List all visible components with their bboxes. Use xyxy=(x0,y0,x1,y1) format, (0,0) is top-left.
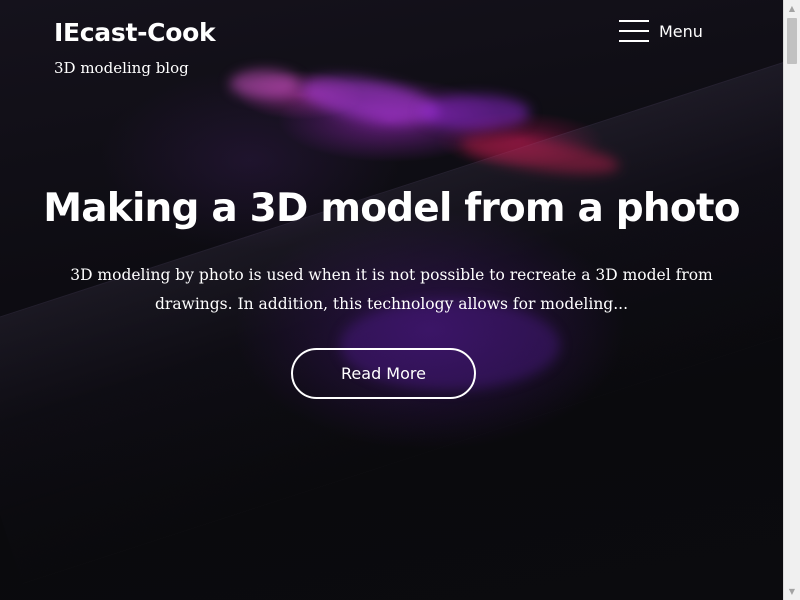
paint-splash xyxy=(297,68,443,132)
scroll-up-arrow-icon[interactable]: ▲ xyxy=(784,0,800,17)
post-title[interactable]: Making a 3D model from a photo xyxy=(0,186,783,231)
hamburger-menu-icon xyxy=(619,20,649,42)
page: IEcast-Cook 3D modeling blog Menu Making… xyxy=(0,0,800,600)
vertical-scrollbar[interactable]: ▲ ▼ xyxy=(783,0,800,600)
site-title[interactable]: IEcast-Cook xyxy=(54,18,216,47)
paint-splash xyxy=(420,95,530,130)
menu-label: Menu xyxy=(659,21,703,41)
scroll-down-arrow-icon[interactable]: ▼ xyxy=(784,583,800,600)
scrollbar-thumb[interactable] xyxy=(787,18,797,64)
paint-splash xyxy=(230,70,300,98)
site-tagline: 3D modeling blog xyxy=(54,59,189,77)
post-excerpt: 3D modeling by photo is used when it is … xyxy=(70,266,713,313)
read-more-button[interactable]: Read More xyxy=(291,348,476,399)
menu-toggle-button[interactable]: Menu xyxy=(619,20,703,42)
